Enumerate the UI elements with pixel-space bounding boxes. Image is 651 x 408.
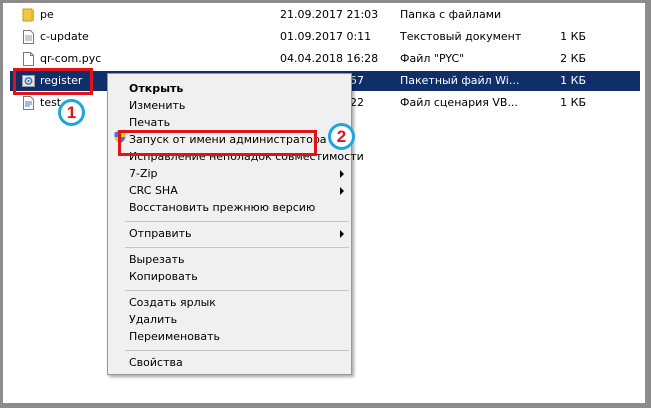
file-date: 01.09.2017 0:11	[280, 30, 372, 43]
folder-icon	[22, 8, 34, 22]
file-name: pe	[40, 8, 54, 21]
frame-bottom-border	[0, 403, 651, 408]
menu-item-7zip[interactable]: 7-Zip	[129, 165, 158, 182]
step-badge-1: 1	[58, 99, 85, 126]
file-size: 1 КБ	[560, 74, 586, 87]
file-type: Пакетный файл Wi...	[400, 74, 520, 87]
menu-item-restore[interactable]: Восстановить прежнюю версию	[129, 199, 315, 216]
file-row-qr-com[interactable]: qr-com.pyc 04.04.2018 16:28 Файл "PYC" 2…	[10, 49, 640, 69]
menu-separator	[125, 350, 349, 351]
text-file-icon	[23, 30, 34, 44]
file-icon	[23, 52, 34, 66]
menu-item-crc-sha[interactable]: CRC SHA	[129, 182, 178, 199]
frame-left-border	[0, 0, 3, 408]
script-file-icon	[23, 96, 34, 110]
menu-item-send-to[interactable]: Отправить	[129, 225, 192, 242]
menu-item-delete[interactable]: Удалить	[129, 311, 177, 328]
highlight-box-run-as-admin	[118, 130, 317, 156]
highlight-box-register	[13, 68, 93, 95]
menu-item-rename[interactable]: Переименовать	[129, 328, 220, 345]
submenu-arrow-icon	[340, 187, 344, 195]
file-size: 1 КБ	[560, 30, 586, 43]
step-badge-2: 2	[328, 123, 355, 150]
menu-separator	[125, 247, 349, 248]
file-name: c-update	[40, 30, 89, 43]
file-row-c-update[interactable]: c-update 01.09.2017 0:11 Текстовый докум…	[10, 27, 640, 47]
menu-separator	[125, 290, 349, 291]
menu-item-open[interactable]: Открыть	[129, 80, 183, 97]
menu-item-edit[interactable]: Изменить	[129, 97, 185, 114]
file-date: 21.09.2017 21:03	[280, 8, 379, 21]
file-type: Файл сценария VB...	[400, 96, 518, 109]
file-date: 57	[350, 74, 364, 87]
file-date: 04.04.2018 16:28	[280, 52, 379, 65]
submenu-arrow-icon	[340, 230, 344, 238]
file-type: Файл "PYC"	[400, 52, 465, 65]
menu-item-copy[interactable]: Копировать	[129, 268, 198, 285]
menu-item-create-shortcut[interactable]: Создать ярлык	[129, 294, 216, 311]
menu-item-cut[interactable]: Вырезать	[129, 251, 184, 268]
context-menu: Открыть Изменить Печать Запуск от имени …	[107, 73, 364, 375]
file-row-pe[interactable]: pe 21.09.2017 21:03 Папка с файлами	[10, 5, 640, 25]
file-name: qr-com.pyc	[40, 52, 102, 65]
file-type: Папка с файлами	[400, 8, 502, 21]
menu-separator	[125, 221, 349, 222]
file-size: 1 КБ	[560, 96, 586, 109]
file-size: 2 КБ	[560, 52, 586, 65]
submenu-arrow-icon	[340, 170, 344, 178]
menu-item-properties[interactable]: Свойства	[129, 354, 183, 371]
file-type: Текстовый документ	[400, 30, 522, 43]
frame-top-border	[0, 0, 651, 3]
menu-item-print[interactable]: Печать	[129, 114, 170, 131]
file-date: 22	[350, 96, 364, 109]
frame-right-border	[645, 0, 651, 408]
